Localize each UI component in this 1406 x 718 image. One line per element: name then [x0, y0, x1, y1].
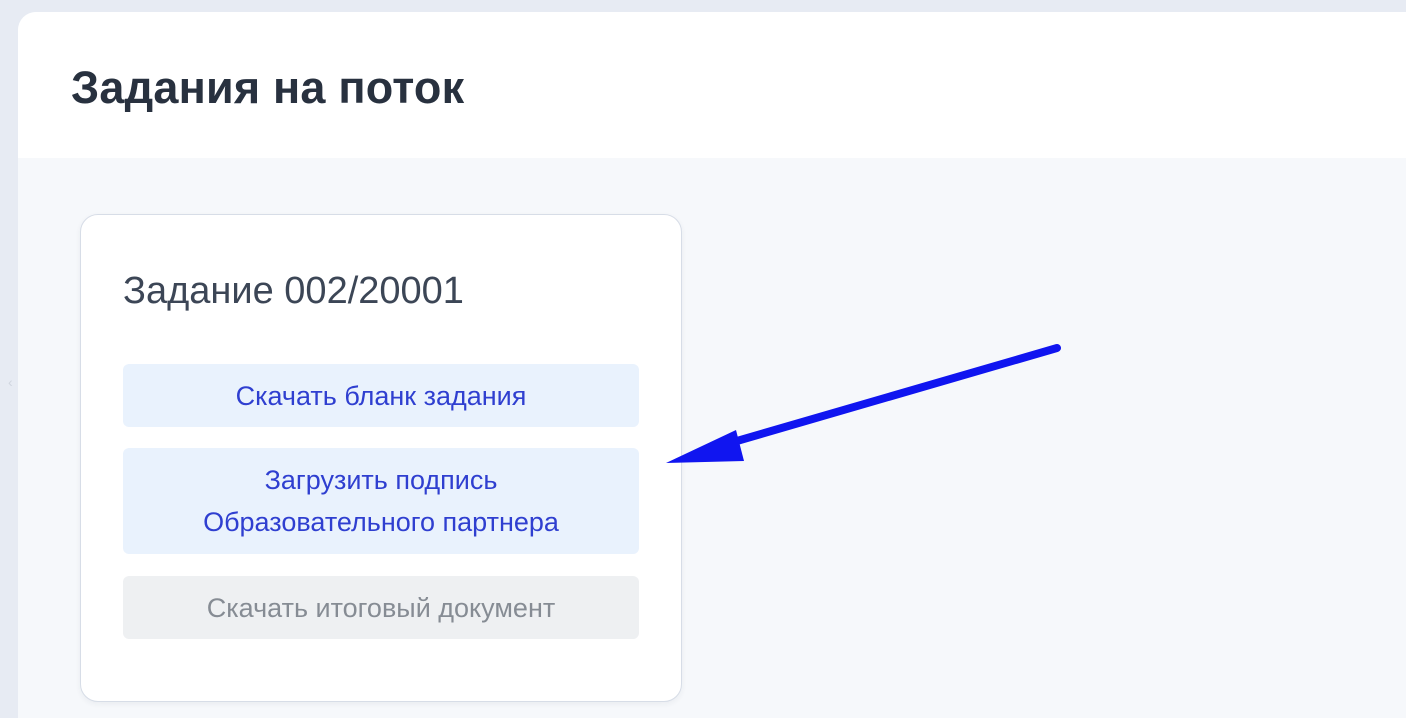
- page-header: Задания на поток: [18, 12, 1406, 158]
- chevron-left-icon[interactable]: ‹: [8, 374, 13, 390]
- task-card-title: Задание 002/20001: [123, 270, 464, 312]
- upload-signature-button[interactable]: Загрузить подпись Образовательного партн…: [123, 448, 639, 554]
- upload-signature-label-line2: Образовательного партнера: [203, 507, 559, 537]
- download-final-document-button: Скачать итоговый документ: [123, 576, 639, 639]
- app-frame: Задания на поток Задание 002/20001 Скача…: [18, 12, 1406, 718]
- download-blank-button[interactable]: Скачать бланк задания: [123, 364, 639, 427]
- upload-signature-label-line1: Загрузить подпись: [264, 465, 498, 495]
- task-card: Задание 002/20001 Скачать бланк задания …: [80, 214, 682, 702]
- page-title: Задания на поток: [71, 62, 465, 113]
